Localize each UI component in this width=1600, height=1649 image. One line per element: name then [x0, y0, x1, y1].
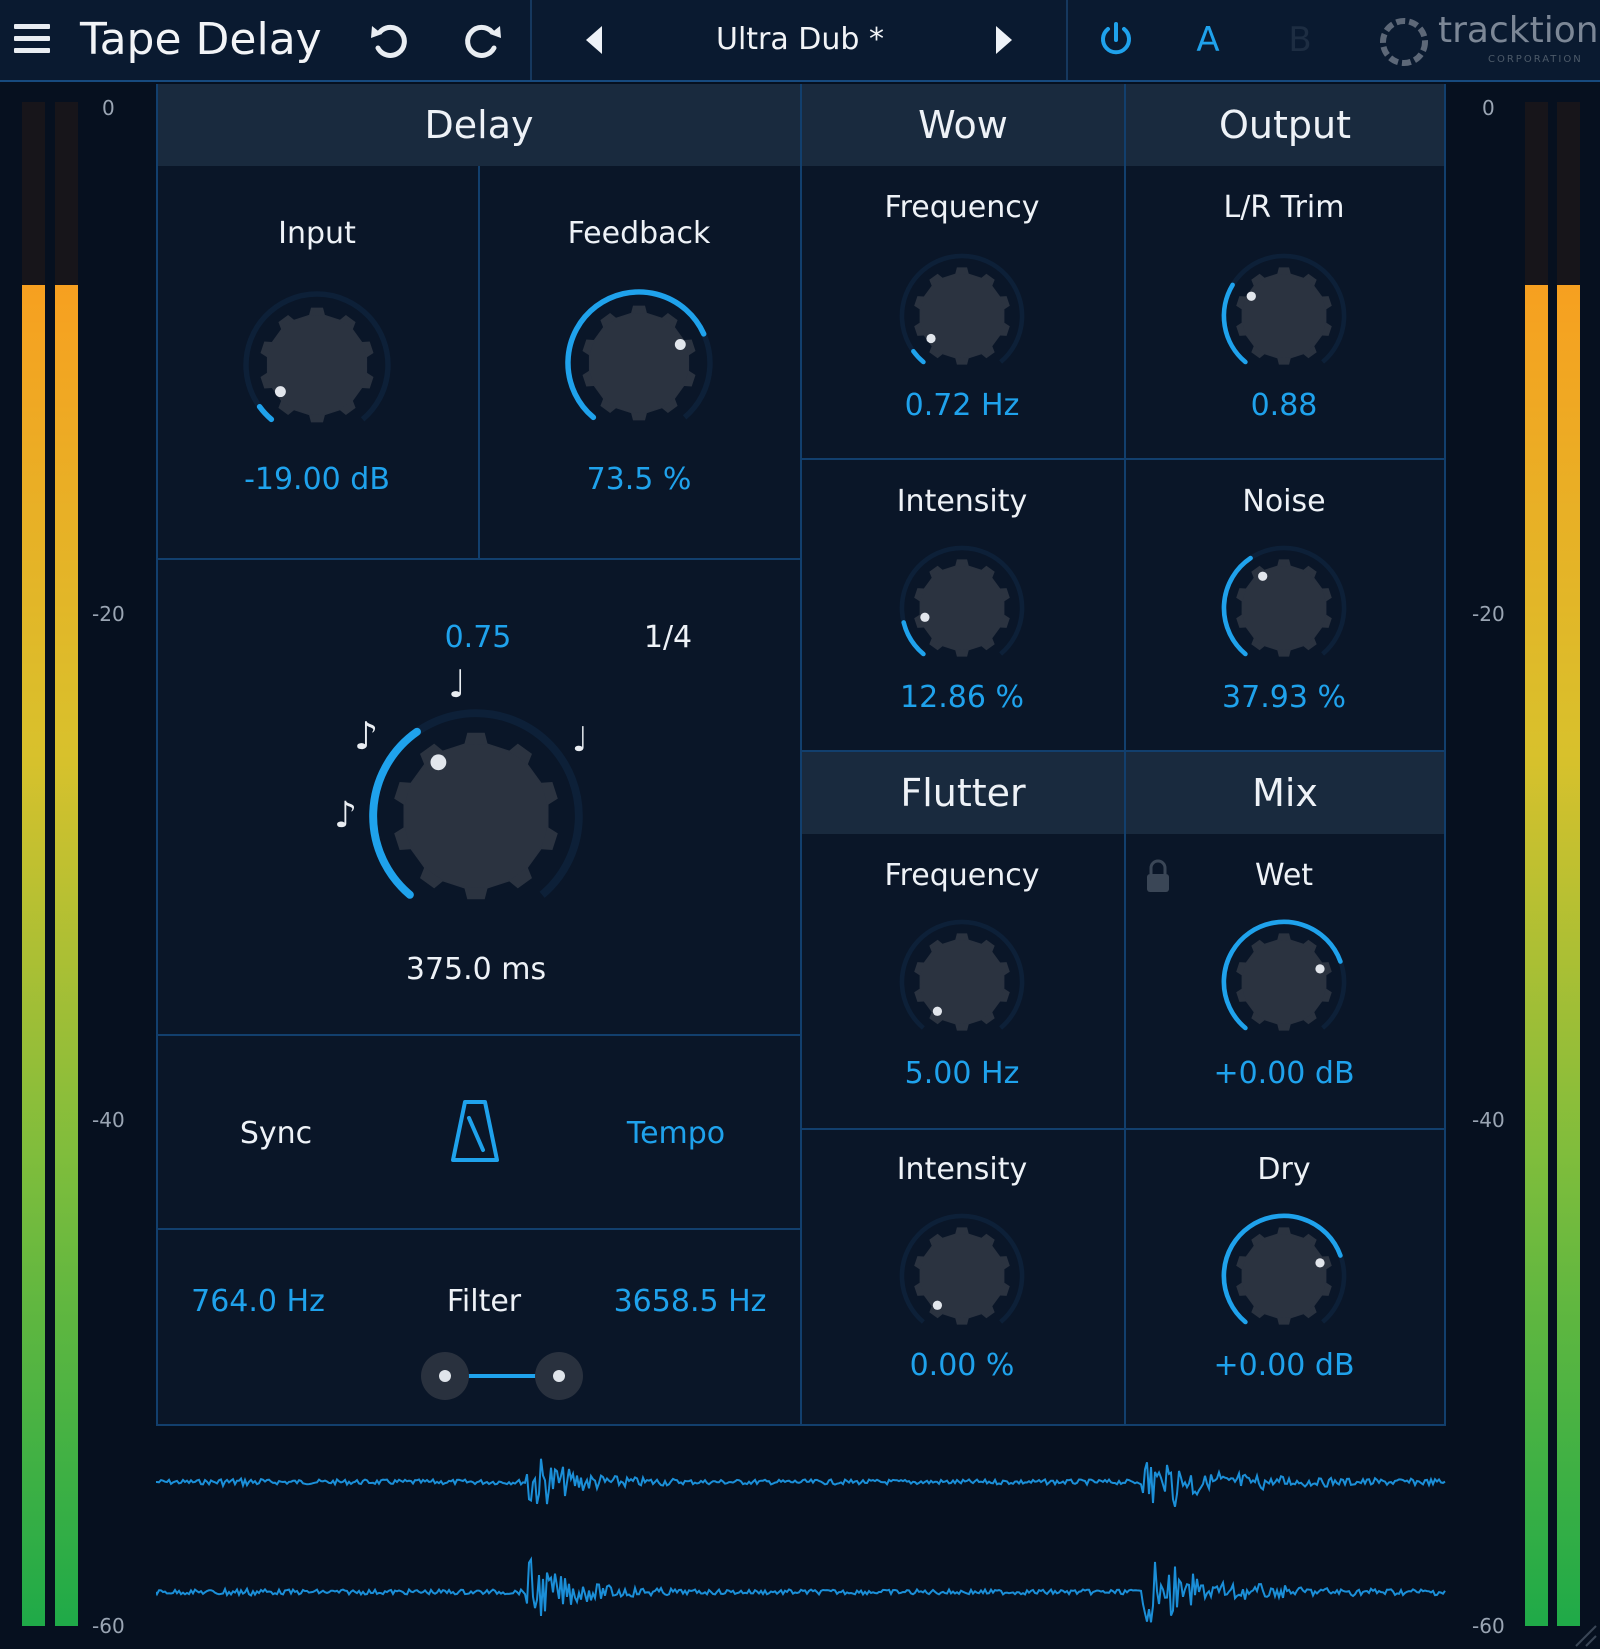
filter-high-value: 3658.5 Hz: [613, 1284, 767, 1319]
flutter-frequency-label: Frequency: [884, 858, 1040, 893]
flutter-frequency-knob[interactable]: [896, 916, 1028, 1048]
filter-low-value: 764.0 Hz: [191, 1284, 325, 1319]
waveform-display: [156, 1458, 1446, 1623]
tracktion-logo-icon: [1380, 18, 1428, 66]
meter-bar-right: [1557, 102, 1580, 1626]
quarter-note-icon[interactable]: ♩: [448, 662, 466, 706]
grid-line: [156, 84, 158, 1426]
plugin-title: Tape Delay: [80, 14, 322, 65]
grid-line: [800, 1128, 1446, 1130]
noise-label: Noise: [1242, 484, 1326, 519]
grid-line: [156, 1034, 800, 1036]
meter-scale-label: 0: [102, 96, 115, 120]
grid-line: [1444, 84, 1446, 1426]
wow-frequency-label: Frequency: [884, 190, 1040, 225]
flutter-section-header: Flutter: [802, 752, 1124, 834]
grid-line: [800, 458, 1446, 460]
brand-subtitle: CORPORATION: [1488, 54, 1583, 65]
top-bar: Tape Delay Ultra Dub * A B tracktion COR…: [0, 0, 1600, 82]
trim-value: 0.88: [1250, 388, 1318, 423]
hamburger-menu-icon[interactable]: [14, 24, 50, 54]
resize-handle-icon[interactable]: [1572, 1622, 1598, 1648]
noise-value: 37.93 %: [1222, 680, 1346, 715]
meter-scale-label: -20: [92, 602, 125, 626]
meter-fill-right: [1557, 284, 1580, 1626]
wow-intensity-knob[interactable]: [896, 542, 1028, 674]
waveform-channel-left: [156, 1458, 1446, 1507]
feedback-knob[interactable]: [561, 285, 717, 441]
sixteenth-note-icon[interactable]: ♪: [334, 795, 357, 836]
next-preset-icon[interactable]: [994, 24, 1014, 56]
metronome-icon[interactable]: [449, 1098, 501, 1164]
meter-fill-left: [22, 284, 45, 1626]
filter-high-handle[interactable]: [535, 1352, 583, 1400]
dry-value: +0.00 dB: [1213, 1348, 1355, 1383]
flutter-intensity-value: 0.00 %: [909, 1348, 1015, 1383]
wow-frequency-value: 0.72 Hz: [904, 388, 1020, 423]
wet-knob[interactable]: [1218, 916, 1350, 1048]
wow-intensity-value: 12.86 %: [900, 680, 1024, 715]
header-divider: [1066, 0, 1068, 80]
wow-intensity-label: Intensity: [896, 484, 1028, 519]
meter-scale-label: -20: [1472, 602, 1505, 626]
tape-delay-plugin: { "header": { "title": "Tape Delay", "pr…: [0, 0, 1600, 1649]
meter-bar-left: [22, 102, 45, 1626]
input-label: Input: [278, 216, 356, 251]
wow-frequency-knob[interactable]: [896, 250, 1028, 382]
filter-label: Filter: [446, 1284, 522, 1319]
meter-bar-right: [55, 102, 78, 1626]
sync-mode-button[interactable]: Tempo: [596, 1116, 756, 1151]
preset-name[interactable]: Ultra Dub *: [620, 0, 980, 80]
delay-division-value[interactable]: 1/4: [598, 620, 738, 655]
feedback-label: Feedback: [567, 216, 711, 251]
previous-preset-icon[interactable]: [584, 24, 604, 56]
input-knob[interactable]: [239, 287, 395, 443]
flutter-intensity-knob[interactable]: [896, 1210, 1028, 1342]
ab-b-button[interactable]: B: [1280, 0, 1320, 80]
noise-knob[interactable]: [1218, 542, 1350, 674]
feedback-value: 73.5 %: [586, 462, 692, 497]
sync-label: Sync: [239, 1116, 313, 1151]
undo-icon[interactable]: [368, 18, 412, 62]
meter-scale-label: -40: [92, 1108, 125, 1132]
delay-ratio-value[interactable]: 0.75: [398, 620, 558, 655]
brand-name: tracktion: [1438, 10, 1599, 51]
redo-icon[interactable]: [460, 18, 504, 62]
flutter-frequency-value: 5.00 Hz: [904, 1056, 1020, 1091]
meter-fill-right: [55, 284, 78, 1626]
flutter-intensity-label: Intensity: [896, 1152, 1028, 1187]
dry-label: Dry: [1257, 1152, 1311, 1187]
ab-a-button[interactable]: A: [1188, 0, 1228, 80]
delay-time-value: 375.0 ms: [405, 952, 547, 987]
meter-bar-left: [1525, 102, 1548, 1626]
mix-section-header: Mix: [1126, 752, 1444, 834]
wet-label: Wet: [1254, 858, 1314, 893]
waveform-channel-right: [156, 1556, 1446, 1623]
meter-fill-left: [1525, 284, 1548, 1626]
delay-section-header: Delay: [158, 84, 800, 166]
input-value: -19.00 dB: [244, 462, 390, 497]
delay-time-knob[interactable]: [363, 703, 589, 929]
grid-line: [156, 558, 800, 560]
dry-knob[interactable]: [1218, 1210, 1350, 1342]
wow-section-header: Wow: [802, 84, 1124, 166]
trim-knob[interactable]: [1218, 250, 1350, 382]
trim-label: L/R Trim: [1223, 190, 1345, 225]
header-divider: [530, 0, 532, 80]
power-icon[interactable]: [1096, 20, 1136, 60]
meter-scale-label: 0: [1482, 96, 1495, 120]
meter-scale-label: -60: [92, 1614, 125, 1638]
output-section-header: Output: [1126, 84, 1444, 166]
filter-low-handle[interactable]: [421, 1352, 469, 1400]
meter-scale-label: -60: [1472, 1614, 1505, 1638]
wet-value: +0.00 dB: [1213, 1056, 1355, 1091]
meter-scale-label: -40: [1472, 1108, 1505, 1132]
grid-line: [156, 1228, 800, 1230]
